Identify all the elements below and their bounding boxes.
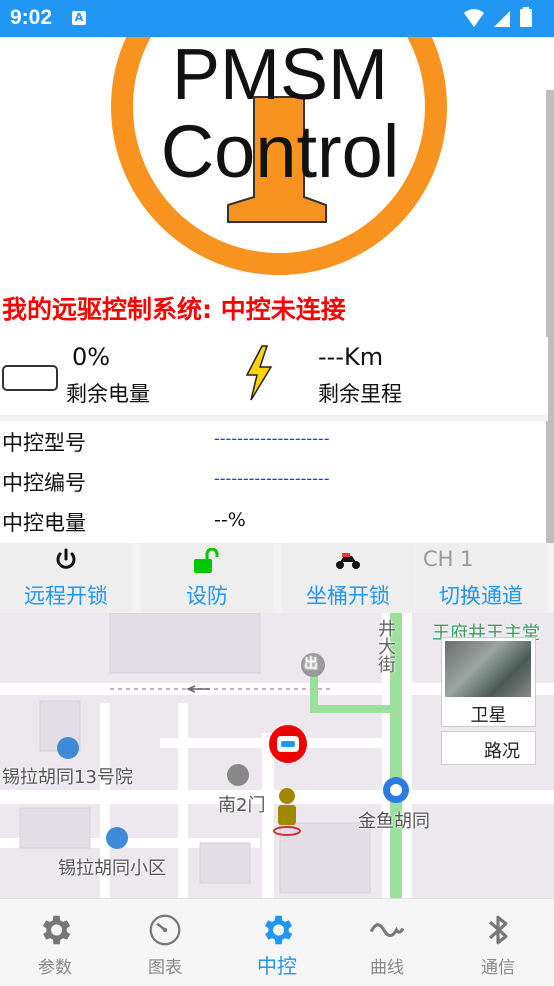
info-row-power: 中控电量 --% — [0, 501, 548, 541]
range-label: 剩余里程 — [318, 382, 402, 406]
traffic-button[interactable]: 路况 — [441, 731, 536, 765]
wifi-signal-battery-icon — [464, 7, 532, 27]
scooter-icon — [282, 548, 414, 576]
info-label: 中控编号 — [2, 471, 86, 495]
nav-label: 参数 — [38, 958, 72, 978]
map-label-alley13: 锡拉胡同13号院 — [2, 767, 133, 788]
info-row-model: 中控型号 -------------------- — [0, 421, 548, 461]
info-label: 中控电量 — [2, 511, 86, 535]
map-label-jinyu: 金鱼胡同 — [358, 811, 430, 832]
map-label-street: 井大街 — [375, 619, 396, 673]
logo-line2: Control — [161, 110, 400, 193]
remote-unlock-label: 远程开锁 — [24, 584, 108, 608]
satellite-label: 卫星 — [470, 705, 507, 726]
range-value: ---Km — [318, 343, 384, 371]
channel-value: CH 1 — [423, 547, 474, 571]
arm-button[interactable]: 设防 — [141, 543, 273, 613]
system-icons — [464, 7, 544, 33]
arm-label: 设防 — [186, 584, 228, 608]
switch-channel-button[interactable]: CH 1 切换通道 — [415, 543, 547, 613]
wave-icon — [332, 911, 442, 953]
logo-line1: PMSM — [172, 37, 388, 115]
battery-label: 剩余电量 — [66, 382, 150, 406]
switch-channel-label: 切换通道 — [439, 584, 523, 608]
bluetooth-icon — [443, 911, 553, 953]
nav-comm[interactable]: 通信 — [443, 899, 553, 986]
nav-label: 图表 — [148, 958, 182, 978]
nav-control[interactable]: 中控 — [222, 899, 332, 986]
unlock-icon — [141, 547, 273, 578]
nav-charts[interactable]: 图表 — [110, 899, 220, 986]
dial-icon — [110, 911, 220, 953]
traffic-label: 路况 — [484, 741, 520, 762]
bottom-nav: 参数 图表 中控 曲线 通信 — [0, 898, 554, 986]
lightning-icon — [245, 345, 273, 405]
page-title: 我的远驱控制系统: 中控未连接 — [2, 295, 346, 324]
battery-icon — [2, 365, 58, 391]
info-value: -------------------- — [214, 429, 330, 448]
battery-percent: 0% — [72, 343, 111, 371]
nav-params[interactable]: 参数 — [0, 899, 110, 986]
nav-label: 中控 — [257, 954, 297, 978]
status-time: 9:02 — [10, 6, 53, 29]
action-bar: 远程开锁 设防 坐桶开锁 CH 1 切换通道 — [0, 543, 554, 613]
info-value: -------------------- — [214, 469, 330, 488]
map-label-south-gate: 南2门 — [218, 795, 266, 816]
info-value: --% — [214, 509, 246, 531]
power-icon — [0, 548, 132, 576]
pmsm-logo: PMSM Control — [104, 37, 449, 277]
map-label-xila-district: 锡拉胡同小区 — [58, 858, 166, 879]
gear-icon — [222, 911, 332, 953]
satellite-button[interactable]: 卫星 — [441, 637, 536, 727]
nav-label: 曲线 — [370, 958, 404, 978]
gear-icon — [0, 911, 110, 953]
satellite-thumbnail — [445, 641, 531, 697]
map-label-exit: 出 — [304, 656, 318, 672]
info-row-serial: 中控编号 -------------------- — [0, 461, 548, 501]
info-label: 中控型号 — [2, 431, 86, 455]
seat-unlock-button[interactable]: 坐桶开锁 — [282, 543, 414, 613]
nav-curves[interactable]: 曲线 — [332, 899, 442, 986]
status-bar: 9:02 A — [0, 0, 554, 37]
seat-unlock-label: 坐桶开锁 — [306, 584, 390, 608]
remote-unlock-button[interactable]: 远程开锁 — [0, 543, 132, 613]
notification-icon: A — [72, 11, 86, 25]
nav-label: 通信 — [481, 958, 515, 978]
